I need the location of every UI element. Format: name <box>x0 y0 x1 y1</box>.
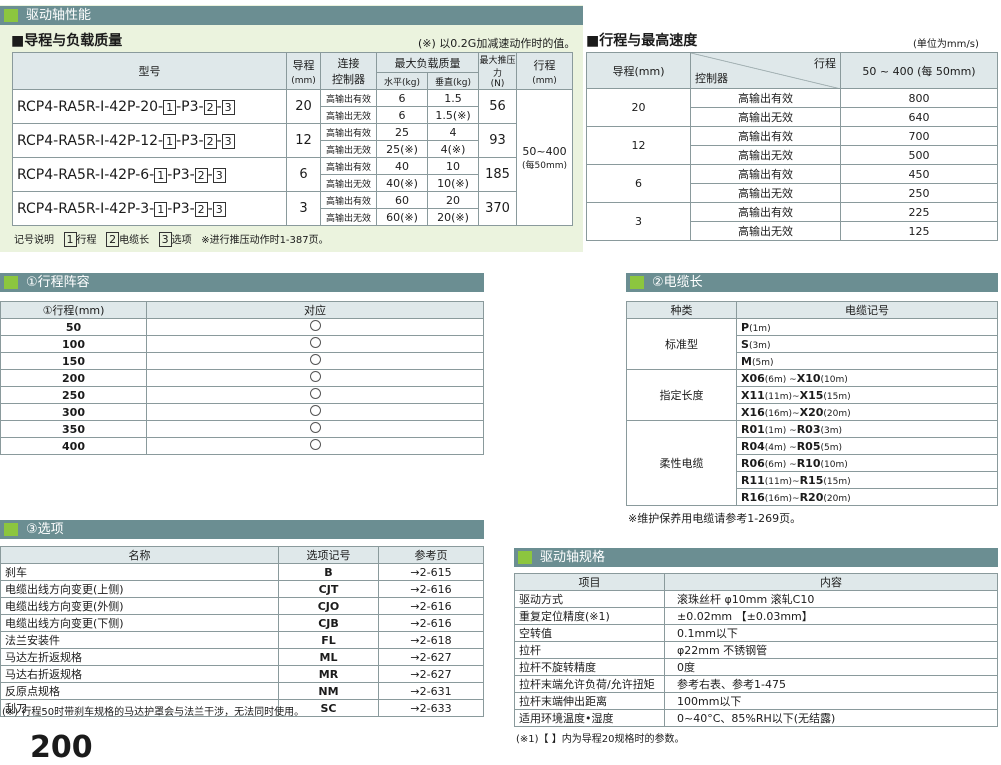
lead-row: RCP4-RA5R-I-42P-3- 1 -P3- 2-3 3 高输出有效 60 20 370 <box>12 191 573 226</box>
stroke-table: ①行程(mm) 对应 50 100 150 200 250 300 350 400 <box>0 301 484 455</box>
spec-row: 拉杆 φ22mm 不锈钢管 <box>514 641 998 659</box>
available-circle-icon <box>309 320 321 331</box>
spec-note: (※1)【 】内为导程20规格时的参数。 <box>516 734 685 745</box>
section-header-spec: 驱动轴规格 <box>514 548 998 567</box>
available-circle-icon <box>309 388 321 399</box>
spec-row: 空转值 0.1mm以下 <box>514 624 998 642</box>
available-circle-icon <box>309 405 321 416</box>
speed-title: ■行程与最高速度 <box>586 33 698 49</box>
cable-note: ※维护保养用电缆请参考1-269页。 <box>628 512 802 525</box>
lead-load-note: (※) 以0.2G加减速动作时的值。 <box>418 37 576 50</box>
lead-load-title: ■导程与负载质量 <box>11 33 123 49</box>
speed-row: 3 高输出有效 225 <box>586 202 998 241</box>
lead-row: RCP4-RA5R-I-42P-12- 1 -P3- 2-3 12 高输出有效 25 4 93 <box>12 123 573 158</box>
stroke-row: 50 <box>0 318 484 336</box>
speed-row: 6 高输出有效 450 <box>586 164 998 203</box>
section-header-cable: ②电缆长 <box>626 273 998 292</box>
cable-row: 柔性电缆 R01(1m) ~R03(3m) <box>626 420 998 506</box>
legend: 记号说明 1 行程 2 电缆长 3 选项 ※进行推压动作时1-387页。 <box>14 232 329 247</box>
available-circle-icon <box>309 354 321 365</box>
available-circle-icon <box>309 371 321 382</box>
spec-row: 拉杆末端允许负荷/允许扭矩 参考右表、参考1-475 <box>514 675 998 693</box>
stroke-row: 250 <box>0 386 484 404</box>
section-header-performance: 驱动轴性能 <box>0 6 583 25</box>
lead-row: RCP4-RA5R-I-42P-6- 1 -P3- 2-3 6 高输出有效 40 10 185 <box>12 157 573 192</box>
speed-unit: (单位为mm/s) <box>913 39 979 50</box>
section-header-strokes: ①行程阵容 <box>0 273 484 292</box>
stroke-row: 400 <box>0 437 484 455</box>
option-row: 电缆出线方向变更(外侧) CJO →2-616 <box>0 597 484 615</box>
stroke-row: 100 <box>0 335 484 353</box>
stroke-row: 300 <box>0 403 484 421</box>
section-header-options: ③选项 <box>0 520 484 539</box>
option-row: 刹车 B →2-615 <box>0 563 484 581</box>
spec-row: 驱动方式 滚珠丝杆 φ10mm 滚轧C10 <box>514 590 998 608</box>
spec-table: 项目 内容 驱动方式 滚珠丝杆 φ10mm 滚轧C10 重复定位精度(※1) ±0.02… <box>514 573 998 727</box>
spec-row: 拉杆不旋转精度 0度 <box>514 658 998 676</box>
lead-row: RCP4-RA5R-I-42P-20- 1 -P3- 2-3 20 高输出有效 6 1.5 56… <box>12 89 573 226</box>
available-circle-icon <box>309 422 321 433</box>
cable-row: 标准型 P(1m) <box>626 318 998 370</box>
option-row: 马达左折返规格 ML →2-627 <box>0 648 484 666</box>
speed-table: 导程(mm) 行程 控制器 50 ~ 400 (每 50mm) 20 高输出有效 80… <box>586 52 998 241</box>
option-row: 法兰安装件 FL →2-618 <box>0 631 484 649</box>
options-table: 名称 选项记号 参考页 刹车 B →2-615 电缆出线方向变更(上侧) CJT →2-616… <box>0 546 484 717</box>
spec-row: 适用环境温度•湿度 0~40°C、85%RH以下(无结露) <box>514 709 998 727</box>
option-row: 马达右折返规格 MR →2-627 <box>0 665 484 683</box>
cable-row: 指定长度 X06(6m) ~X10(10m) <box>626 369 998 421</box>
stroke-row: 200 <box>0 369 484 387</box>
stroke-row: 150 <box>0 352 484 370</box>
cable-table: 种类 电缆记号 标准型 P(1m) S(3m) M(5m) 指定长度 X06(6m) ~X1… <box>626 301 998 506</box>
stroke-row: 350 <box>0 420 484 438</box>
option-row: 电缆出线方向变更(下侧) CJB →2-616 <box>0 614 484 632</box>
lead-load-table: 型号 导程 (mm) 连接 控制器 最大负载质量 最大推压力 (N) 行程 (mm) 水… <box>12 51 573 226</box>
speed-row: 12 高输出有效 700 <box>586 126 998 165</box>
option-row: 反原点规格 NM →2-631 <box>0 682 484 700</box>
speed-row: 20 高输出有效 800 <box>586 88 998 127</box>
options-note: (※) 行程50时带刹车规格的马达护罩会与法兰干涉，无法同时使用。 <box>2 707 305 718</box>
option-row: 电缆出线方向变更(上侧) CJT →2-616 <box>0 580 484 598</box>
available-circle-icon <box>309 439 321 450</box>
available-circle-icon <box>309 337 321 348</box>
page-number: 200 <box>30 730 93 765</box>
spec-row: 重复定位精度(※1) ±0.02mm 【±0.03mm】 <box>514 607 998 625</box>
spec-row: 拉杆末端伸出距离 100mm以下 <box>514 692 998 710</box>
